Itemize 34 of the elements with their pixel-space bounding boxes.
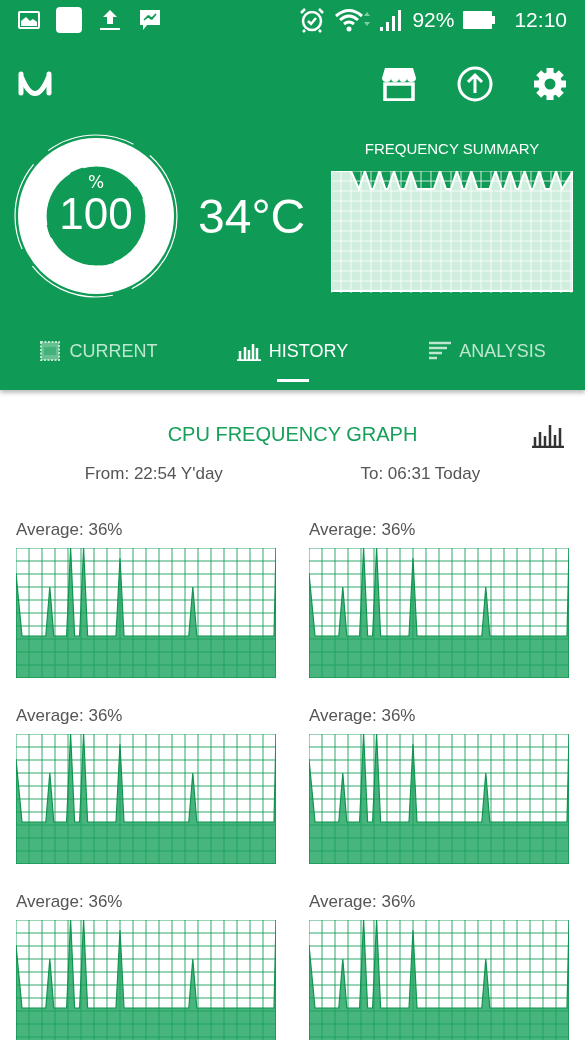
wifi-icon (334, 8, 371, 32)
average-label: Average: 36% (16, 520, 124, 540)
tab[interactable]: ANALYSIS (390, 312, 585, 390)
settings-icon[interactable] (533, 67, 567, 101)
section-title: CPU FREQUENCY GRAPH (167, 422, 418, 446)
average-label: Average: 36% (16, 892, 124, 912)
average-label: Average: 36% (309, 520, 417, 540)
bar-chart-icon[interactable] (531, 422, 565, 448)
cpu-icon (37, 339, 62, 363)
store-icon[interactable] (381, 67, 417, 101)
battery-icon (463, 11, 496, 29)
image-icon (18, 11, 40, 29)
average-label: Average: 36% (309, 706, 417, 726)
app-logo-icon (18, 71, 52, 97)
tab[interactable]: CURRENT (0, 312, 195, 390)
temperature: 34°C (198, 188, 307, 244)
average-label: Average: 36% (16, 706, 124, 726)
from-time: From: 22:54 Y'day (84, 464, 223, 484)
bar-chart-icon (236, 341, 261, 361)
upload-icon (98, 8, 122, 32)
battery-percentage: 92% (412, 8, 455, 32)
clock: 12:10 (514, 8, 567, 32)
signal-icon (379, 8, 404, 32)
to-time: To: 06:31 Today (360, 464, 481, 484)
sort-lines-icon (429, 341, 452, 361)
average-label: Average: 36% (309, 892, 417, 912)
gauge-unit: % (87, 172, 105, 192)
tab[interactable]: HISTORY (195, 312, 390, 390)
frequency-summary-title: FREQUENCY SUMMARY (364, 139, 540, 157)
upload-circle-icon[interactable] (457, 66, 493, 102)
messenger-icon (138, 8, 162, 32)
alarm-icon (299, 7, 326, 33)
square-icon (56, 7, 82, 33)
gauge-value: 100 (59, 192, 133, 236)
